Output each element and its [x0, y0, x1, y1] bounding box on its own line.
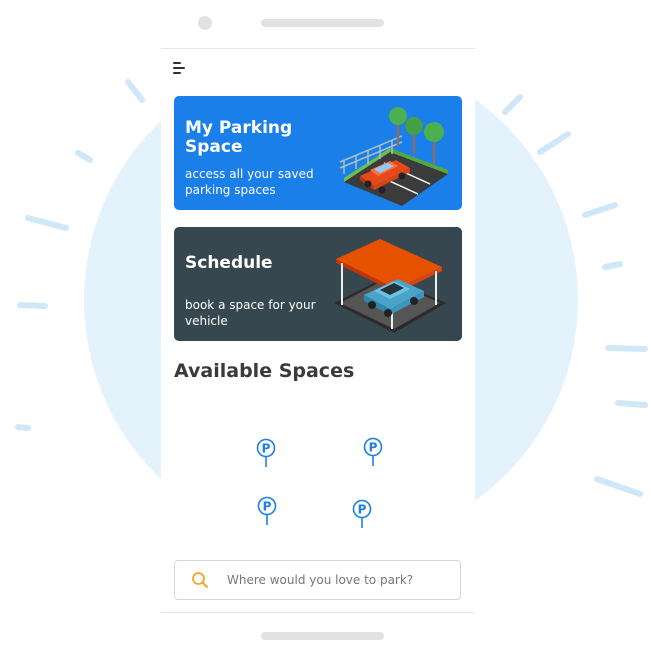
card-subtitle: book a space for your vehicle	[185, 298, 316, 328]
carport-icon	[334, 239, 446, 333]
camera-dot	[198, 16, 212, 30]
available-spaces-title: Available Spaces	[174, 360, 355, 382]
pin-label: P	[262, 442, 271, 456]
search-input[interactable]	[227, 570, 447, 590]
schedule-card[interactable]: Schedule book a space for your vehicle	[174, 227, 462, 341]
search-bar[interactable]	[174, 560, 461, 600]
top-divider	[161, 48, 475, 49]
bottom-divider	[161, 612, 475, 613]
home-indicator	[261, 632, 384, 640]
parking-pin-icon[interactable]: P	[352, 499, 372, 529]
pin-label: P	[358, 503, 367, 517]
pin-label: P	[263, 500, 272, 514]
card-title: My Parking Space	[185, 118, 293, 157]
menu-icon[interactable]	[173, 60, 189, 76]
card-title: Schedule	[185, 253, 273, 273]
parking-pin-icon[interactable]: P	[257, 496, 277, 526]
pin-label: P	[369, 441, 378, 455]
speaker-bar	[261, 19, 384, 27]
parking-pin-icon[interactable]: P	[363, 437, 383, 467]
parking-pin-icon[interactable]: P	[256, 438, 276, 468]
card-subtitle: access all your saved parking spaces	[185, 167, 314, 197]
search-icon[interactable]	[191, 571, 209, 589]
phone-frame: My Parking Space access all your saved p…	[161, 0, 475, 655]
parked-car-icon	[339, 107, 448, 206]
my-parking-space-card[interactable]: My Parking Space access all your saved p…	[174, 96, 462, 210]
